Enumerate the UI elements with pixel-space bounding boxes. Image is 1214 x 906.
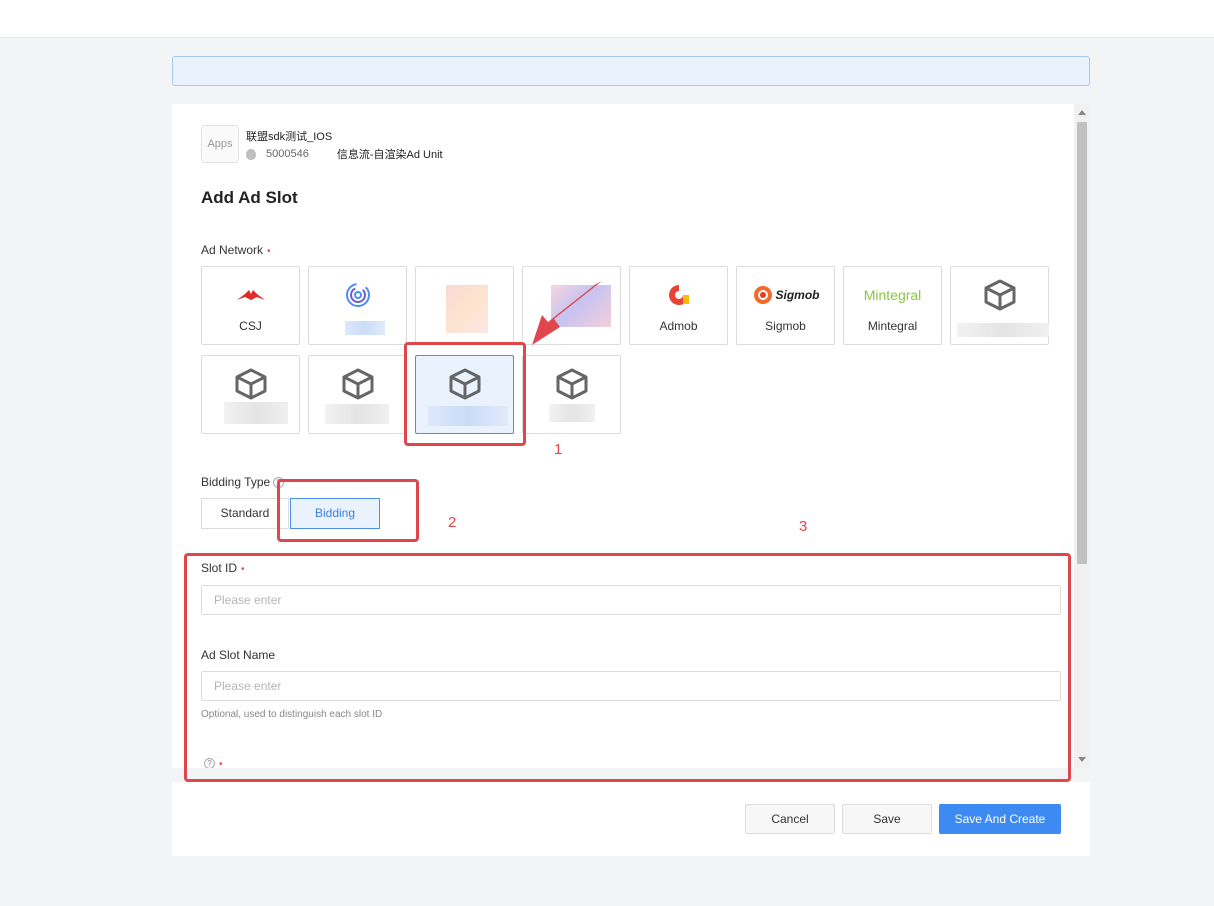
network-tile-admob[interactable]: Admob [629,266,728,345]
app-name: 联盟sdk测试_IOS [246,131,333,143]
blurred-label [428,406,508,426]
blurred-label [224,402,288,424]
save-button[interactable]: Save [842,804,932,834]
mintegral-logo-icon: Mintegral [844,281,941,309]
top-bar [0,0,1214,38]
csj-logo-icon [202,281,299,309]
annotation-number-3: 3 [799,518,808,535]
network-tile-label: CSJ [239,319,262,333]
form-panel: Apps 联盟sdk测试_IOS 5000546 信息流-自渲染Ad Unit … [172,104,1074,768]
ad-slot-name-input[interactable] [201,671,1061,701]
notice-banner [172,56,1090,86]
network-tile-mintegral[interactable]: Mintegral Mintegral [843,266,942,345]
slot-id-input[interactable] [201,585,1061,615]
help-icon[interactable]: ? [204,758,215,768]
box-icon [416,368,513,400]
network-tile-10[interactable] [308,355,407,434]
help-icon[interactable]: ? [273,477,285,488]
annotation-number-1: 1 [554,441,563,458]
app-icon: Apps [201,125,239,163]
blurred-label [345,321,385,335]
form-footer: Cancel Save Save And Create [172,782,1090,856]
admob-logo-icon [630,281,727,309]
required-mark: • [241,564,245,575]
annotation-arrow-icon [532,281,602,345]
ad-unit-label: 信息流-自渲染Ad Unit [336,149,443,161]
box-icon [523,368,620,400]
bidding-type-label-text: Bidding Type [201,475,271,489]
scroll-thumb[interactable] [1077,122,1087,564]
concentric-circles-icon [309,281,406,309]
box-icon [951,279,1048,311]
mintegral-logo-text: Mintegral [863,287,922,303]
scroll-up-icon[interactable] [1078,110,1086,115]
blurred-label [325,404,389,424]
ad-slot-name-label: Ad Slot Name [201,648,276,662]
page-title: Add Ad Slot [201,188,298,207]
bidding-option[interactable]: Bidding [290,498,380,529]
box-icon [309,368,406,400]
slot-id-label: Slot ID • [201,561,245,575]
app-id: 5000546 [266,148,309,160]
ad-network-label: Ad Network • [201,243,271,257]
blurred-label [957,323,1049,337]
box-icon [202,368,299,400]
network-tile-label: Mintegral [867,319,918,333]
network-tile-12[interactable] [522,355,621,434]
next-field-label: ? • [204,756,223,768]
network-tile-label: Sigmob [765,319,806,333]
required-mark: • [267,246,271,257]
network-tile-sigmob[interactable]: Sigmob Sigmob [736,266,835,345]
sigmob-logo-icon: Sigmob [737,281,834,309]
network-tile-9[interactable] [201,355,300,434]
apple-icon [246,148,256,160]
network-tile-8[interactable] [950,266,1049,345]
network-tile-label: Admob [659,319,698,333]
ad-slot-name-hint: Optional, used to distinguish each slot … [201,709,383,720]
scroll-down-icon[interactable] [1078,757,1086,762]
blurred-label [549,404,595,422]
slot-id-label-text: Slot ID [201,561,238,575]
cancel-button[interactable]: Cancel [745,804,835,834]
scrollbar[interactable] [1074,104,1090,768]
bidding-type-label: Bidding Type? [201,475,285,489]
network-tile-11-selected[interactable] [415,355,514,434]
network-tile-csj[interactable]: CSJ [201,266,300,345]
required-mark: • [219,759,223,768]
save-and-create-button[interactable]: Save And Create [939,804,1061,834]
ad-network-label-text: Ad Network [201,243,264,257]
annotation-number-2: 2 [448,514,457,531]
network-tile-3[interactable] [415,266,514,345]
sigmob-logo-text: Sigmob [775,288,820,302]
app-meta: 5000546 信息流-自渲染Ad Unit [246,146,443,162]
blurred-logo-icon [446,285,488,333]
standard-option[interactable]: Standard [201,498,289,529]
network-tile-2[interactable] [308,266,407,345]
